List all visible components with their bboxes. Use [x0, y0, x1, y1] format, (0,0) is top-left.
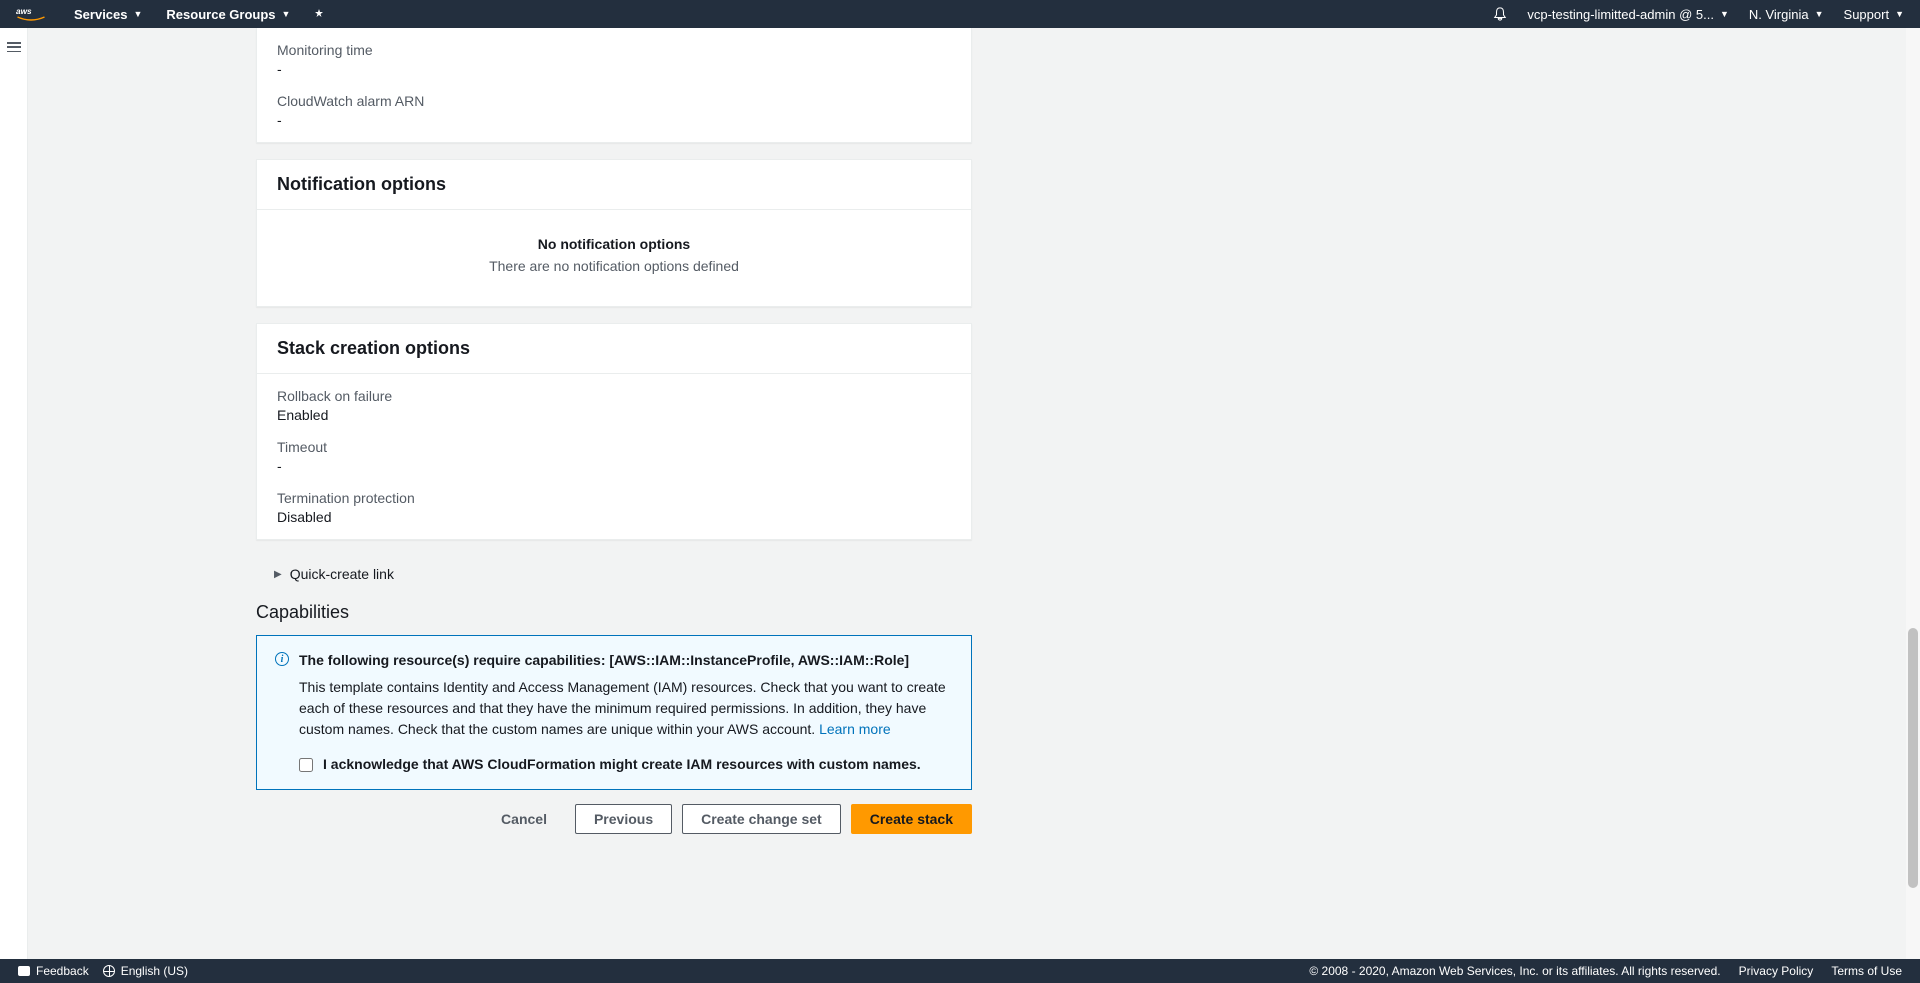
nav-pin[interactable]	[314, 9, 324, 19]
capabilities-heading: Capabilities	[256, 602, 972, 623]
copyright-text: © 2008 - 2020, Amazon Web Services, Inc.…	[1309, 964, 1720, 978]
aws-logo[interactable]: aws	[16, 5, 46, 23]
caret-down-icon: ▼	[1895, 9, 1904, 19]
nav-services[interactable]: Services ▼	[74, 7, 142, 22]
termination-label: Termination protection	[277, 490, 951, 506]
nav-support-label: Support	[1844, 7, 1890, 22]
cloudwatch-arn-label: CloudWatch alarm ARN	[277, 93, 951, 109]
rollback-label: Rollback on failure	[277, 388, 951, 404]
nav-resource-groups[interactable]: Resource Groups ▼	[166, 7, 290, 22]
monitoring-time-value: -	[277, 61, 951, 77]
language-link[interactable]: English (US)	[103, 964, 188, 978]
nav-region[interactable]: N. Virginia ▼	[1749, 7, 1824, 22]
create-stack-button[interactable]: Create stack	[851, 804, 972, 834]
nav-support[interactable]: Support ▼	[1844, 7, 1904, 22]
learn-more-link[interactable]: Learn more	[819, 721, 891, 737]
capabilities-info-title: The following resource(s) require capabi…	[299, 650, 953, 671]
terms-of-use-link[interactable]: Terms of Use	[1831, 964, 1902, 978]
nav-account[interactable]: vcp-testing-limitted-admin @ 5... ▼	[1527, 7, 1729, 22]
footer-buttons: Cancel Previous Create change set Create…	[256, 804, 972, 834]
main-content: Monitoring time - CloudWatch alarm ARN -…	[28, 28, 1920, 959]
info-icon: i	[275, 652, 289, 666]
pin-icon	[314, 9, 324, 19]
nav-notifications[interactable]	[1493, 7, 1507, 21]
cancel-button[interactable]: Cancel	[483, 804, 565, 834]
hamburger-icon	[7, 42, 21, 52]
caret-down-icon: ▼	[1815, 9, 1824, 19]
notification-panel: Notification options No notification opt…	[256, 159, 972, 307]
bottom-bar: Feedback English (US) © 2008 - 2020, Ama…	[0, 959, 1920, 983]
rollback-value: Enabled	[277, 407, 951, 423]
svg-text:aws: aws	[16, 7, 32, 16]
caret-down-icon: ▼	[1720, 9, 1729, 19]
stack-creation-panel: Stack creation options Rollback on failu…	[256, 323, 972, 540]
capabilities-info-text: This template contains Identity and Acce…	[299, 677, 953, 740]
acknowledge-checkbox[interactable]	[299, 758, 313, 772]
notification-empty-title: No notification options	[277, 236, 951, 252]
scrollbar[interactable]	[1906, 28, 1920, 959]
caret-down-icon: ▼	[282, 9, 291, 19]
bell-icon	[1493, 7, 1507, 21]
caret-down-icon: ▼	[134, 9, 143, 19]
globe-icon	[103, 965, 115, 977]
acknowledge-label: I acknowledge that AWS CloudFormation mi…	[323, 754, 921, 775]
speech-icon	[18, 966, 30, 976]
scrollbar-thumb[interactable]	[1908, 628, 1918, 888]
privacy-policy-link[interactable]: Privacy Policy	[1739, 964, 1814, 978]
capabilities-info-box: i The following resource(s) require capa…	[256, 635, 972, 790]
feedback-label: Feedback	[36, 964, 89, 978]
cloudwatch-arn-value: -	[277, 112, 951, 128]
timeout-value: -	[277, 458, 951, 474]
sidebar-toggle[interactable]	[0, 28, 28, 959]
language-label: English (US)	[121, 964, 188, 978]
nav-region-label: N. Virginia	[1749, 7, 1809, 22]
nav-account-label: vcp-testing-limitted-admin @ 5...	[1527, 7, 1714, 22]
termination-value: Disabled	[277, 509, 951, 525]
stack-creation-title: Stack creation options	[257, 324, 971, 374]
nav-services-label: Services	[74, 7, 128, 22]
nav-resource-groups-label: Resource Groups	[166, 7, 275, 22]
previous-button[interactable]: Previous	[575, 804, 672, 834]
triangle-right-icon: ▶	[274, 569, 282, 580]
notification-empty-desc: There are no notification options define…	[277, 258, 951, 274]
timeout-label: Timeout	[277, 439, 951, 455]
create-change-set-button[interactable]: Create change set	[682, 804, 841, 834]
quick-create-link-toggle[interactable]: ▶ Quick-create link	[256, 556, 972, 592]
monitoring-time-label: Monitoring time	[277, 42, 951, 58]
notification-panel-title: Notification options	[257, 160, 971, 210]
quick-create-link-label: Quick-create link	[290, 566, 394, 582]
top-nav: aws Services ▼ Resource Groups ▼ vcp-testi…	[0, 0, 1920, 28]
monitoring-panel: Monitoring time - CloudWatch alarm ARN -	[256, 28, 972, 143]
feedback-link[interactable]: Feedback	[18, 964, 89, 978]
